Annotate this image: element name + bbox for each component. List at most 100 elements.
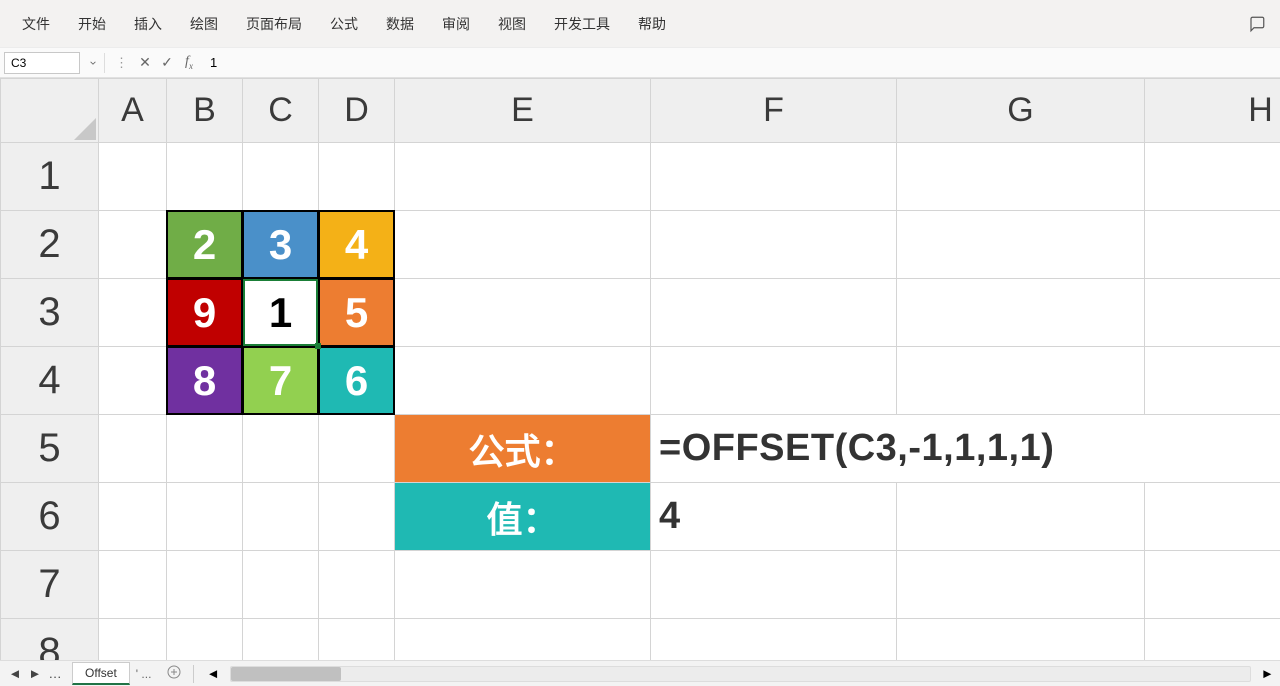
cell-H2[interactable]: [1145, 211, 1280, 279]
cell-G8[interactable]: [897, 619, 1145, 661]
hscroll-right-icon[interactable]: ►: [1255, 665, 1280, 682]
spreadsheet-grid[interactable]: A B C D E F G H 1: [0, 78, 1280, 660]
sheet-nav-more-icon[interactable]: …: [46, 665, 64, 683]
cell-A2[interactable]: [99, 211, 167, 279]
horizontal-scrollbar[interactable]: [230, 666, 1251, 682]
row-header-2[interactable]: 2: [1, 211, 99, 279]
menu-insert[interactable]: 插入: [120, 8, 176, 40]
cell-C5[interactable]: [243, 415, 319, 483]
menu-data[interactable]: 数据: [372, 8, 428, 40]
row-header-7[interactable]: 7: [1, 551, 99, 619]
cell-B5[interactable]: [167, 415, 243, 483]
row-header-1[interactable]: 1: [1, 143, 99, 211]
cell-E7[interactable]: [395, 551, 651, 619]
cell-A6[interactable]: [99, 483, 167, 551]
cell-G4[interactable]: [897, 347, 1145, 415]
row-header-6[interactable]: 6: [1, 483, 99, 551]
scrollbar-thumb[interactable]: [231, 667, 341, 681]
enter-icon[interactable]: ✓: [156, 52, 178, 74]
cell-H3[interactable]: [1145, 279, 1280, 347]
fx-icon[interactable]: fx: [178, 52, 200, 74]
cell-B8[interactable]: [167, 619, 243, 661]
name-box-input[interactable]: [4, 52, 80, 74]
cell-G7[interactable]: [897, 551, 1145, 619]
formula-bar-options-icon[interactable]: ⋮: [115, 55, 128, 71]
cell-F1[interactable]: [651, 143, 897, 211]
cell-D2[interactable]: 4: [319, 211, 395, 279]
col-header-H[interactable]: H: [1145, 79, 1280, 143]
menu-draw[interactable]: 绘图: [176, 8, 232, 40]
row-header-8[interactable]: 8: [1, 619, 99, 661]
menu-file[interactable]: 文件: [8, 8, 64, 40]
col-header-E[interactable]: E: [395, 79, 651, 143]
cell-D3[interactable]: 5: [319, 279, 395, 347]
cancel-icon[interactable]: ✕: [134, 52, 156, 74]
cell-F3[interactable]: [651, 279, 897, 347]
sheet-nav-prev-icon[interactable]: ◄: [6, 665, 24, 683]
cell-G1[interactable]: [897, 143, 1145, 211]
cell-E1[interactable]: [395, 143, 651, 211]
name-box-dropdown[interactable]: [84, 52, 102, 74]
menu-formula[interactable]: 公式: [316, 8, 372, 40]
cell-E5[interactable]: 公式：: [395, 415, 651, 483]
cell-A5[interactable]: [99, 415, 167, 483]
col-header-C[interactable]: C: [243, 79, 319, 143]
cell-H4[interactable]: [1145, 347, 1280, 415]
hscroll-left-icon[interactable]: ◄: [200, 665, 225, 682]
cell-H8[interactable]: [1145, 619, 1280, 661]
cell-A4[interactable]: [99, 347, 167, 415]
sheet-nav-next-icon[interactable]: ►: [26, 665, 44, 683]
menu-dev[interactable]: 开发工具: [540, 8, 624, 40]
cell-F5[interactable]: =OFFSET(C3,-1,1,1,1): [651, 415, 1280, 483]
cell-B2[interactable]: 2: [167, 211, 243, 279]
cell-C8[interactable]: [243, 619, 319, 661]
menu-layout[interactable]: 页面布局: [232, 8, 316, 40]
row-header-3[interactable]: 3: [1, 279, 99, 347]
cell-C2[interactable]: 3: [243, 211, 319, 279]
cell-H6[interactable]: [1145, 483, 1280, 551]
cell-G3[interactable]: [897, 279, 1145, 347]
cell-F2[interactable]: [651, 211, 897, 279]
cell-C4[interactable]: 7: [243, 347, 319, 415]
menu-review[interactable]: 审阅: [428, 8, 484, 40]
sheet-tab-other[interactable]: ' ...: [130, 664, 162, 684]
cell-B6[interactable]: [167, 483, 243, 551]
col-header-F[interactable]: F: [651, 79, 897, 143]
cell-A7[interactable]: [99, 551, 167, 619]
cell-C7[interactable]: [243, 551, 319, 619]
cell-B3[interactable]: 9: [167, 279, 243, 347]
cell-C6[interactable]: [243, 483, 319, 551]
select-all-corner[interactable]: [1, 79, 99, 143]
cell-D6[interactable]: [319, 483, 395, 551]
cell-G2[interactable]: [897, 211, 1145, 279]
cell-E3[interactable]: [395, 279, 651, 347]
cell-B7[interactable]: [167, 551, 243, 619]
cell-F7[interactable]: [651, 551, 897, 619]
menu-view[interactable]: 视图: [484, 8, 540, 40]
cell-H1[interactable]: [1145, 143, 1280, 211]
cell-F6[interactable]: 4: [651, 483, 897, 551]
cell-G6[interactable]: [897, 483, 1145, 551]
cell-B1[interactable]: [167, 143, 243, 211]
cell-D4[interactable]: 6: [319, 347, 395, 415]
comments-icon[interactable]: [1242, 11, 1272, 37]
cell-E8[interactable]: [395, 619, 651, 661]
cell-B4[interactable]: 8: [167, 347, 243, 415]
col-header-G[interactable]: G: [897, 79, 1145, 143]
cell-D5[interactable]: [319, 415, 395, 483]
cell-F8[interactable]: [651, 619, 897, 661]
cell-E4[interactable]: [395, 347, 651, 415]
cell-E6[interactable]: 值：: [395, 483, 651, 551]
cell-C3[interactable]: 1: [243, 279, 319, 347]
row-header-5[interactable]: 5: [1, 415, 99, 483]
cell-D1[interactable]: [319, 143, 395, 211]
cell-A8[interactable]: [99, 619, 167, 661]
col-header-A[interactable]: A: [99, 79, 167, 143]
cell-E2[interactable]: [395, 211, 651, 279]
cell-D8[interactable]: [319, 619, 395, 661]
cell-A1[interactable]: [99, 143, 167, 211]
cell-F4[interactable]: [651, 347, 897, 415]
row-header-4[interactable]: 4: [1, 347, 99, 415]
menu-home[interactable]: 开始: [64, 8, 120, 40]
cell-A3[interactable]: [99, 279, 167, 347]
